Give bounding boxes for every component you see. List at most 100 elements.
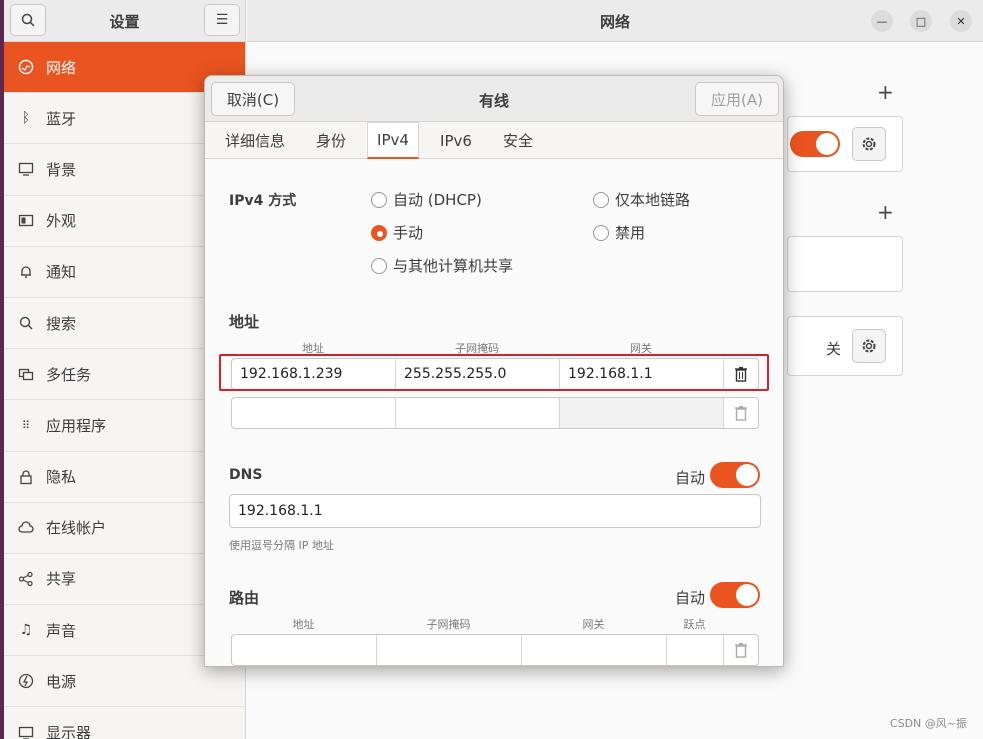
radio-link-local[interactable]: 仅本地链路 (593, 189, 690, 210)
sidebar-item-label: 隐私 (46, 468, 77, 487)
tab-identity[interactable]: 身份 (305, 122, 357, 159)
dns-auto-label: 自动 (675, 469, 706, 487)
bell-icon (18, 264, 34, 280)
radio-circle-selected (371, 224, 387, 241)
sidebar-item-label: 通知 (46, 263, 77, 282)
wired-card (787, 116, 903, 172)
proxy-status: 关 (826, 340, 842, 358)
route-col-address: 地址 (292, 618, 315, 631)
delete-address-button-disabled (724, 398, 758, 428)
routes-auto-label: 自动 (675, 589, 706, 607)
hamburger-icon: ☰ (215, 12, 229, 28)
bluetooth-icon: ᛒ (21, 110, 31, 127)
maximize-button[interactable]: □ (910, 10, 932, 32)
radio-label: 禁用 (615, 224, 646, 242)
power-icon (18, 673, 34, 689)
appearance-icon (18, 213, 34, 229)
route-col-netmask: 子网掩码 (426, 618, 471, 631)
route-row-empty (231, 634, 759, 666)
lock-icon (18, 469, 34, 485)
dns-input[interactable]: 192.168.1.1 (229, 494, 761, 528)
minimize-icon: — (876, 14, 888, 28)
sidebar-item-label: 显示器 (46, 724, 92, 739)
radio-manual[interactable]: 手动 (371, 222, 423, 243)
gear-icon (862, 339, 876, 353)
tab-security[interactable]: 安全 (493, 122, 543, 159)
route-gateway-field[interactable] (522, 635, 667, 665)
search-icon (18, 315, 34, 331)
sidebar-item-label: 多任务 (46, 365, 92, 384)
close-icon: ✕ (956, 14, 966, 28)
routes-auto-toggle[interactable] (710, 582, 760, 608)
radio-auto-dhcp[interactable]: 自动 (DHCP) (371, 189, 482, 210)
dialog-tabs: 详细信息 身份 IPv4 IPv6 安全 (205, 122, 783, 159)
radio-circle (593, 224, 609, 241)
sidebar-header: 设置 ☰ (4, 0, 245, 42)
sidebar-item-label: 声音 (46, 621, 77, 640)
sidebar-item-label: 搜索 (46, 314, 77, 333)
sidebar-item-label: 网络 (46, 58, 77, 77)
dns-hint: 使用逗号分隔 IP 地址 (229, 539, 334, 552)
dialog-header: 取消(C) 有线 应用(A) (205, 76, 783, 122)
route-col-metric: 跃点 (683, 618, 706, 631)
address-row-empty (231, 397, 759, 429)
watermark: CSDN @风~振 (889, 717, 967, 730)
route-col-gateway: 网关 (582, 618, 605, 631)
music-note-icon: ♫ (19, 622, 33, 639)
tab-details[interactable]: 详细信息 (219, 122, 291, 159)
radio-circle (593, 191, 609, 208)
minimize-button[interactable]: — (871, 10, 893, 32)
address-section-title: 地址 (229, 313, 260, 331)
menu-button[interactable]: ☰ (204, 4, 240, 36)
main-header: 网络 — □ ✕ (247, 0, 983, 42)
sidebar-item-label: 蓝牙 (46, 109, 77, 128)
highlight-box (219, 354, 769, 391)
radio-label: 自动 (DHCP) (393, 191, 482, 209)
gear-icon (862, 137, 876, 151)
apply-button[interactable]: 应用(A) (695, 82, 779, 116)
route-metric-field[interactable] (667, 635, 724, 665)
sidebar-item-label: 电源 (46, 672, 77, 691)
radio-shared[interactable]: 与其他计算机共享 (371, 255, 513, 276)
dns-auto-toggle[interactable] (710, 462, 760, 488)
add-connection-icon[interactable]: + (877, 80, 894, 104)
radio-label: 手动 (393, 224, 424, 242)
background-icon (18, 161, 34, 177)
sidebar-item-displays[interactable]: 显示器 (4, 707, 245, 739)
sidebar-item-label: 在线帐户 (46, 519, 107, 538)
radio-circle (371, 191, 387, 208)
add-vpn-icon[interactable]: + (877, 200, 894, 224)
netmask-field-empty[interactable] (396, 398, 560, 428)
dns-section-title: DNS (229, 467, 263, 483)
sidebar-item-label: 应用程序 (46, 416, 107, 435)
trash-icon (735, 406, 747, 421)
radio-circle (371, 257, 387, 274)
address-field-empty[interactable] (232, 398, 396, 428)
apps-grid-icon: ⠿ (21, 418, 31, 432)
tab-ipv4[interactable]: IPv4 (367, 122, 419, 159)
network-icon (18, 59, 34, 75)
proxy-card: 关 (787, 316, 903, 376)
radio-label: 与其他计算机共享 (393, 257, 514, 275)
display-icon (18, 725, 34, 739)
wired-settings-button[interactable] (852, 127, 886, 161)
radio-label: 仅本地链路 (615, 191, 691, 209)
gateway-field-empty[interactable] (560, 398, 724, 428)
route-netmask-field[interactable] (377, 635, 522, 665)
proxy-settings-button[interactable] (852, 329, 886, 363)
sidebar-item-label: 外观 (46, 212, 77, 231)
sidebar-item-label: 背景 (46, 160, 77, 179)
share-icon (18, 571, 34, 587)
ipv4-method-label: IPv4 方式 (229, 193, 297, 209)
multitask-icon (18, 366, 34, 382)
routes-section-title: 路由 (229, 589, 260, 607)
tab-ipv6[interactable]: IPv6 (431, 122, 481, 159)
route-address-field[interactable] (232, 635, 377, 665)
trash-icon (735, 643, 747, 658)
wired-toggle[interactable] (790, 131, 840, 157)
close-button[interactable]: ✕ (950, 10, 972, 32)
vpn-card (787, 236, 903, 292)
delete-route-button-disabled (724, 635, 758, 665)
radio-disabled[interactable]: 禁用 (593, 222, 645, 243)
cloud-icon (18, 520, 34, 536)
